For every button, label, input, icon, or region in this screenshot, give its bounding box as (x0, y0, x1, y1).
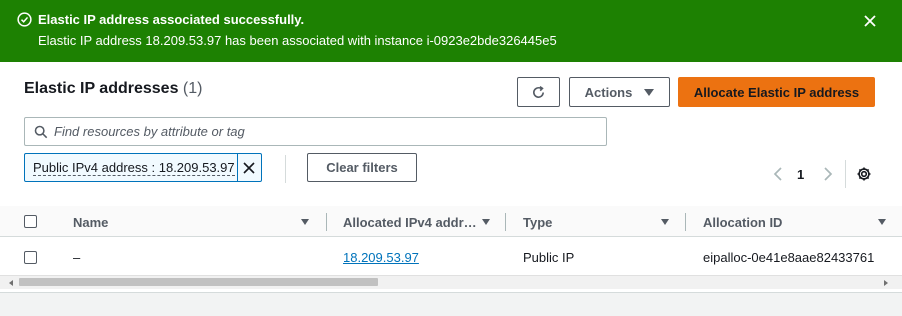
elastic-ip-table-panel: Elastic IP addresses (1) Actions Allocat… (0, 62, 902, 293)
clear-filters-label: Clear filters (326, 160, 398, 175)
actions-label: Actions (584, 84, 633, 100)
sort-caret-icon[interactable] (301, 219, 309, 225)
cell-allocation-id: eipalloc-0e41e8aae82433761 (703, 250, 875, 265)
filter-divider (285, 155, 286, 183)
search-icon (34, 125, 48, 139)
search-input[interactable] (54, 118, 599, 145)
flash-title: Elastic IP address associated successful… (38, 12, 305, 27)
sort-caret-icon[interactable] (878, 219, 886, 225)
refresh-icon (533, 85, 544, 98)
check-circle-icon (17, 12, 32, 27)
pagination-divider (845, 160, 846, 188)
sort-caret-icon[interactable] (482, 219, 490, 225)
filter-token-label: Public IPv4 address : 18.209.53.97 (33, 160, 235, 176)
search-field[interactable] (24, 117, 607, 146)
column-header-allocation-id[interactable]: Allocation ID (703, 215, 782, 230)
scroll-thumb[interactable] (19, 278, 378, 286)
table-row[interactable]: – 18.209.53.97 Public IP eipalloc-0e41e8… (0, 238, 902, 274)
success-flash-banner: Elastic IP address associated successful… (0, 0, 902, 62)
previous-page-icon[interactable] (772, 166, 784, 182)
panel-title-text: Elastic IP addresses (24, 80, 179, 97)
remove-filter-icon[interactable] (241, 160, 257, 176)
column-header-name[interactable]: Name (73, 215, 108, 230)
flash-message: Elastic IP address 18.209.53.97 has been… (38, 33, 557, 48)
column-resizer[interactable] (685, 213, 686, 231)
column-resizer[interactable] (505, 213, 506, 231)
scroll-right-arrow-icon[interactable] (884, 280, 888, 286)
scroll-left-arrow-icon[interactable] (9, 280, 13, 286)
allocate-label: Allocate Elastic IP address (693, 84, 860, 100)
next-page-icon[interactable] (822, 166, 834, 182)
sort-caret-icon[interactable] (661, 219, 669, 225)
select-all-checkbox[interactable] (24, 215, 37, 228)
token-divider (237, 154, 238, 181)
clear-filters-button[interactable]: Clear filters (307, 153, 417, 182)
column-header-ipv4[interactable]: Allocated IPv4 addr… (343, 215, 477, 230)
page-number[interactable]: 1 (797, 167, 804, 182)
actions-dropdown-button[interactable]: Actions (569, 77, 670, 107)
gear-icon[interactable] (856, 166, 872, 182)
page-title: Elastic IP addresses (1) (24, 80, 202, 98)
allocate-elastic-ip-button[interactable]: Allocate Elastic IP address (678, 77, 875, 107)
table-header: Name Allocated IPv4 addr… Type Allocatio… (0, 206, 902, 237)
cell-type: Public IP (523, 250, 575, 265)
column-resizer[interactable] (326, 213, 327, 231)
cell-name: – (73, 250, 81, 265)
horizontal-scrollbar[interactable] (0, 275, 902, 289)
row-checkbox[interactable] (24, 251, 37, 264)
resource-count: (1) (182, 80, 203, 97)
filter-token: Public IPv4 address : 18.209.53.97 (24, 153, 262, 182)
close-icon[interactable] (862, 13, 878, 29)
refresh-button[interactable] (517, 77, 560, 107)
column-header-type[interactable]: Type (523, 215, 552, 230)
caret-down-icon (644, 88, 655, 96)
cell-ipv4-link[interactable]: 18.209.53.97 (343, 250, 419, 265)
